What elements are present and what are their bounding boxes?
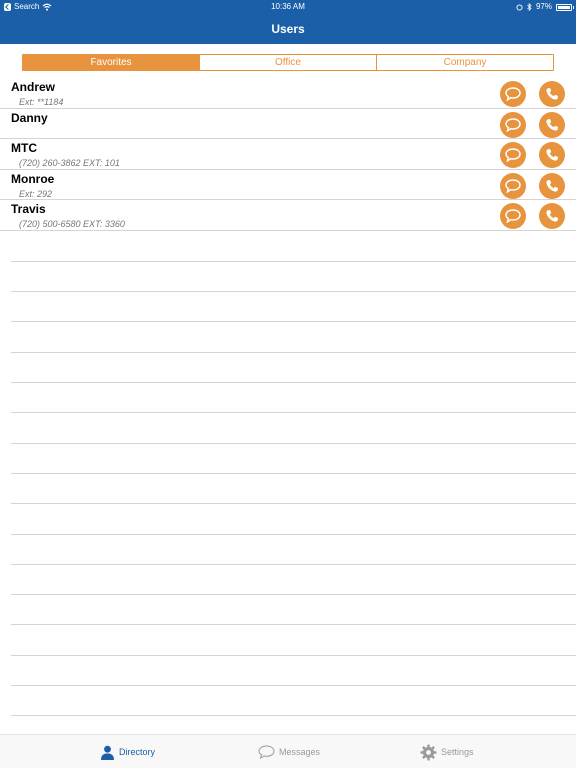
call-button[interactable] [539, 172, 565, 199]
phone-icon [546, 118, 558, 131]
message-button[interactable] [500, 142, 526, 168]
empty-row-separator [11, 351, 576, 353]
empty-row-separator [11, 382, 576, 383]
gear-icon [420, 744, 437, 760]
empty-row-separator [11, 685, 576, 686]
message-button[interactable] [500, 111, 526, 138]
empty-row-separator [11, 412, 576, 414]
tab-bar: Directory Messages Settings [0, 734, 576, 768]
message-button[interactable] [500, 203, 526, 229]
phone-icon [546, 179, 558, 192]
empty-row-separator [11, 442, 576, 444]
tab-messages-label: Messages [279, 747, 321, 757]
header: Search 10:36 AM 97% Users [0, 0, 576, 44]
phone-icon [546, 210, 558, 222]
tab-directory-label: Directory [119, 747, 156, 757]
empty-row-separator [11, 624, 576, 626]
status-right: 97% [516, 0, 574, 14]
empty-row-separator [11, 654, 576, 656]
tab-directory[interactable]: Directory [100, 735, 155, 768]
empty-row-separator [11, 503, 576, 505]
empty-row-separator [11, 321, 576, 323]
status-time: 10:36 AM [271, 2, 305, 11]
user-name: Andrew [11, 80, 56, 94]
call-button[interactable] [539, 142, 565, 168]
tab-settings[interactable]: Settings [420, 735, 474, 768]
call-button[interactable] [539, 81, 565, 107]
chat-bubble-icon [505, 178, 521, 193]
message-button[interactable] [500, 172, 526, 199]
segment-company[interactable]: Company [377, 55, 553, 70]
empty-row-separator [11, 533, 576, 535]
user-row[interactable]: Monroe Ext: 292 [0, 170, 576, 200]
tab-settings-label: Settings [441, 747, 474, 757]
empty-row-separator [11, 291, 576, 293]
user-row[interactable]: Danny [0, 109, 576, 139]
empty-row-separator [11, 260, 576, 262]
user-detail: (720) 260-3862 EXT: 101 [19, 158, 120, 168]
segment-office[interactable]: Office [200, 55, 377, 70]
user-detail: (720) 500-6580 EXT: 3360 [19, 219, 125, 229]
user-detail: Ext: **1184 [19, 97, 64, 107]
chat-bubble-icon [505, 87, 521, 101]
user-row[interactable]: Travis (720) 500-6580 EXT: 3360 [0, 200, 576, 231]
user-row[interactable]: Andrew Ext: **1184 [0, 78, 576, 109]
user-name: MTC [11, 141, 37, 155]
user-name: Monroe [11, 171, 55, 186]
person-icon [101, 745, 114, 760]
empty-row-separator [11, 472, 576, 474]
chat-bubble-icon [505, 117, 521, 132]
message-button[interactable] [500, 81, 526, 107]
segment-favorites[interactable]: Favorites [23, 55, 200, 70]
user-row[interactable]: MTC (720) 260-3862 EXT: 101 [0, 139, 576, 170]
chat-bubble-icon [505, 148, 521, 162]
bluetooth-icon [527, 3, 532, 11]
chat-bubble-icon [258, 745, 275, 759]
page-title: Users [271, 22, 305, 36]
chat-bubble-icon [505, 209, 521, 223]
user-detail: Ext: 292 [19, 188, 53, 199]
status-bar: Search 10:36 AM 97% [0, 0, 576, 14]
user-name: Travis [11, 202, 46, 216]
phone-icon [546, 88, 558, 100]
phone-icon [546, 149, 558, 161]
lock-rotation-icon [516, 3, 523, 11]
empty-row-separator [11, 715, 576, 717]
call-button[interactable] [539, 203, 565, 229]
battery-percent: 97% [535, 2, 552, 11]
user-list: Andrew Ext: **1184 Danny MTC (720) 260-3… [0, 78, 576, 231]
battery-icon [556, 3, 574, 11]
call-button[interactable] [539, 111, 565, 138]
empty-row-separator [11, 594, 576, 596]
user-name: Danny [11, 110, 48, 125]
tab-messages[interactable]: Messages [258, 735, 320, 768]
empty-row-separator [11, 563, 576, 565]
segment-control: Favorites Office Company [22, 54, 554, 71]
